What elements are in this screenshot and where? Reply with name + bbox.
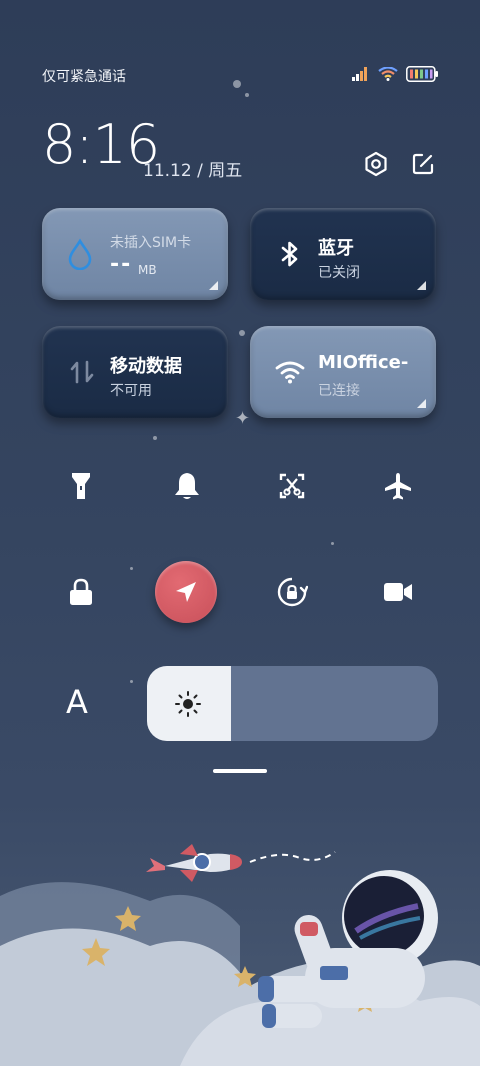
sparkle-icon: ✦ [235,408,251,429]
data-usage-value: -- [110,252,133,277]
screenshot-icon [279,473,305,499]
water-drop-icon [68,238,92,270]
drag-handle[interactable] [213,769,267,773]
video-camera-icon [384,583,412,601]
mobile-data-arrows-icon [70,360,94,384]
battery-icon [406,66,438,82]
silent-toggle[interactable] [161,460,213,512]
star-dot [153,436,157,440]
lock-icon [70,578,92,605]
bell-icon [175,473,199,499]
lock-screen-toggle[interactable] [55,566,107,618]
status-icons [352,66,438,82]
wifi-network-name: MIOffice- [318,352,409,373]
flashlight-toggle[interactable] [55,460,107,512]
sim-status: 未插入SIM卡 [110,235,192,251]
bluetooth-icon [281,241,298,267]
expand-corner-icon [209,281,218,290]
flashlight-icon [72,473,90,499]
star-dot [331,542,334,545]
star-dot [233,80,241,88]
clock-time: 8:16 [42,113,160,176]
data-usage-tile[interactable]: 未插入SIM卡 -- MB [42,208,228,300]
star-dot [130,567,133,570]
expand-corner-icon [417,281,426,290]
data-usage-unit: MB [138,263,157,277]
airplane-toggle[interactable] [372,460,424,512]
mobile-data-title: 移动数据 [110,356,182,377]
settings-hexagon-icon[interactable] [362,150,390,178]
star-dot [130,680,133,683]
star-dot [245,93,249,97]
mobile-data-status: 不可用 [110,383,152,399]
screen-record-toggle[interactable] [372,566,424,618]
location-toggle[interactable] [155,561,217,623]
screenshot-toggle[interactable] [266,460,318,512]
carrier-status: 仅可紧急通话 [42,69,126,85]
bluetooth-status: 已关闭 [318,265,360,281]
wifi-status: 已连接 [318,383,360,399]
rotation-lock-icon [277,577,308,607]
location-icon [176,582,196,602]
astronaut-illustration [0,844,480,1066]
mobile-data-tile[interactable]: 移动数据 不可用 [42,326,228,418]
auto-brightness-toggle[interactable]: A [66,683,88,721]
bluetooth-tile[interactable]: 蓝牙 已关闭 [250,208,436,300]
bluetooth-title: 蓝牙 [318,238,354,259]
expand-corner-icon [417,399,426,408]
wifi-tile[interactable]: MIOffice- 已连接 [250,326,436,418]
star-dot [239,330,245,336]
signal-icon [352,67,367,81]
wifi-icon [378,67,398,81]
wifi-icon [275,361,305,384]
rotation-lock-toggle[interactable] [266,566,318,618]
edit-icon[interactable] [409,150,437,178]
sun-icon [175,691,201,717]
airplane-icon [385,473,411,500]
clock-date: 11.12 / 周五 [143,161,243,181]
brightness-slider[interactable] [147,666,438,741]
